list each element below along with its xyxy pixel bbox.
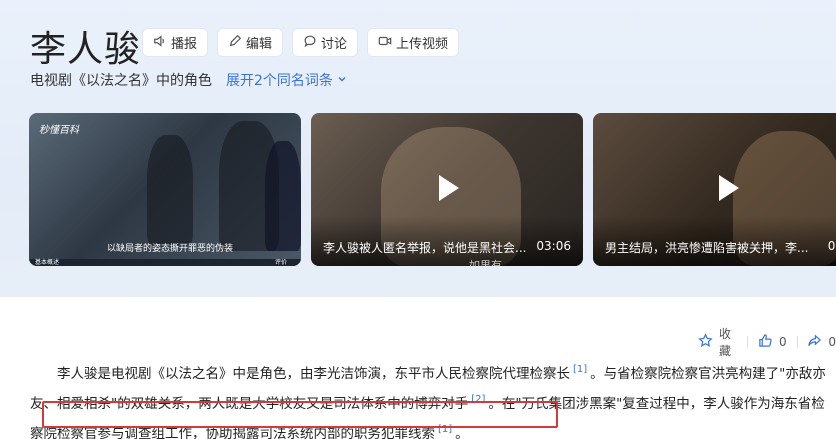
- divider: [747, 336, 748, 348]
- reference-link-1[interactable]: [1]: [570, 364, 590, 375]
- summary-text-1: 李人骏是电视剧《以法之名》中是角色，由李光洁饰演，东平市人民检察院代理检察长: [57, 366, 570, 382]
- divider: [796, 336, 798, 348]
- upload-video-label: 上传视频: [396, 37, 449, 52]
- figure-shape: [147, 135, 193, 245]
- collect-label[interactable]: 收藏: [719, 325, 737, 359]
- subtitle-row: 电视剧《以法之名》中的角色 展开2个同名词条: [30, 70, 347, 90]
- video-strip: [29, 259, 301, 266]
- edit-label: 编辑: [246, 37, 273, 52]
- video-subtitle: 以缺局者的姿态撕开罪恶的伪装: [107, 244, 234, 254]
- expand-homonyms-link[interactable]: 展开2个同名词条: [226, 70, 347, 90]
- thumbs-up-icon[interactable]: [758, 333, 773, 351]
- strip-left-label: 基本概述: [35, 259, 60, 266]
- chevron-down-icon: [337, 72, 347, 88]
- share-icon[interactable]: [807, 333, 822, 351]
- video-caption: 如果有: [469, 259, 502, 266]
- edit-button[interactable]: 编辑: [217, 28, 284, 57]
- chat-bubble-icon: [303, 34, 317, 52]
- discuss-button[interactable]: 讨论: [292, 28, 359, 57]
- like-count: 0: [778, 335, 787, 349]
- video-thumbnail-3[interactable]: 男主结局，洪亮惨遭陷害被关押，李... 01: [593, 113, 836, 266]
- play-icon: [439, 175, 459, 201]
- broadcast-button[interactable]: 播报: [142, 28, 209, 57]
- play-icon: [719, 175, 739, 201]
- highlight-box: [42, 401, 558, 428]
- video-camera-icon: [378, 34, 392, 52]
- share-count: 0: [828, 335, 836, 349]
- upload-video-button[interactable]: 上传视频: [367, 28, 460, 57]
- discuss-label: 讨论: [321, 37, 348, 52]
- video-title: 李人骏被人匿名举报，说他是黑社会...: [323, 241, 527, 255]
- video-duration: 03:06: [536, 239, 571, 253]
- strip-right-label: 评价: [274, 259, 287, 266]
- expand-label: 展开2个同名词条: [226, 73, 333, 89]
- action-bar: 播报 编辑 讨论 上传视频: [142, 28, 460, 57]
- entry-toolbar: 收藏 0 0: [698, 325, 836, 359]
- video-thumbnail-2[interactable]: 李人骏被人匿名举报，说他是黑社会... 03:06 如果有: [311, 113, 583, 266]
- figure-shape: [265, 141, 301, 251]
- video-logo: 秒懂百科: [39, 125, 79, 136]
- page-title: 李人骏: [30, 29, 142, 70]
- video-thumbnail-1[interactable]: 秒懂百科 以缺局者的姿态撕开罪恶的伪装 基本概述 评价: [29, 113, 301, 266]
- pencil-icon: [228, 34, 242, 52]
- star-icon[interactable]: [698, 333, 713, 351]
- entry-description: 电视剧《以法之名》中的角色: [30, 73, 212, 89]
- speaker-icon: [153, 34, 167, 52]
- broadcast-label: 播报: [171, 37, 198, 52]
- video-title: 男主结局，洪亮惨遭陷害被关押，李...: [605, 241, 809, 255]
- video-duration: 01: [827, 239, 836, 253]
